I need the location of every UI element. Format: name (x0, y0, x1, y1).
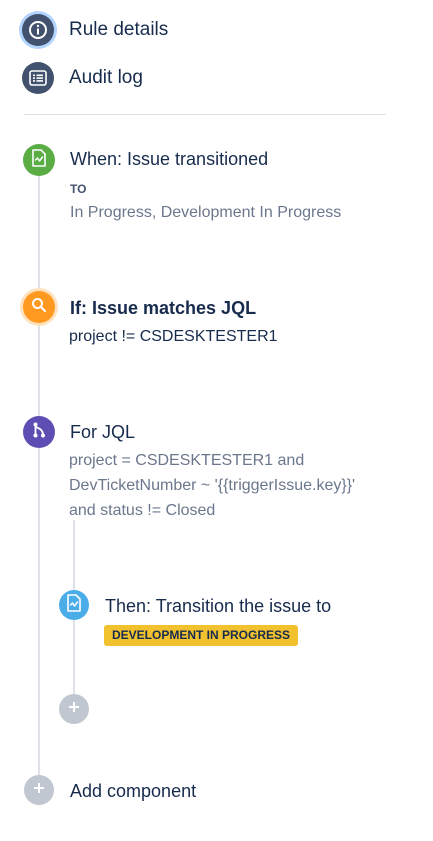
info-icon (22, 14, 54, 46)
action-icon (66, 593, 82, 617)
trigger-node[interactable] (23, 144, 55, 176)
divider (24, 114, 386, 115)
list-icon (22, 62, 54, 94)
branch-title[interactable]: For JQL (70, 422, 135, 443)
main-connector-line (38, 160, 40, 790)
trigger-title[interactable]: When: Issue transitioned (70, 149, 268, 170)
nav-audit-log[interactable]: Audit log (22, 62, 143, 94)
nav-rule-details-label: Rule details (69, 19, 169, 40)
add-component-label[interactable]: Add component (70, 781, 196, 802)
trigger-icon (31, 148, 47, 172)
branch-jql-line-1: project = CSDESKTESTER1 and (69, 452, 305, 469)
plus-icon (33, 781, 45, 799)
branch-jql-line-2: DevTicketNumber ~ '{{triggerIssue.key}}' (69, 477, 356, 494)
add-component-button[interactable] (24, 775, 54, 805)
search-icon (31, 297, 47, 318)
condition-value: project != CSDESKTESTER1 (69, 328, 278, 345)
condition-title[interactable]: If: Issue matches JQL (70, 298, 256, 319)
status-lozenge: DEVELOPMENT IN PROGRESS (104, 625, 299, 646)
branch-add-button[interactable] (59, 694, 89, 724)
plus-icon (68, 700, 80, 718)
trigger-to-label: TO (70, 182, 87, 196)
trigger-value: In Progress, Development In Progress (70, 204, 342, 221)
branch-node[interactable] (23, 416, 55, 448)
action-title[interactable]: Then: Transition the issue to (105, 596, 331, 617)
nav-rule-details[interactable]: Rule details (22, 14, 168, 46)
action-node[interactable] (59, 590, 89, 620)
branch-icon (31, 421, 47, 444)
nav-audit-log-label: Audit log (69, 67, 143, 88)
condition-node[interactable] (23, 291, 55, 323)
branch-jql-line-3: and status != Closed (69, 502, 216, 519)
